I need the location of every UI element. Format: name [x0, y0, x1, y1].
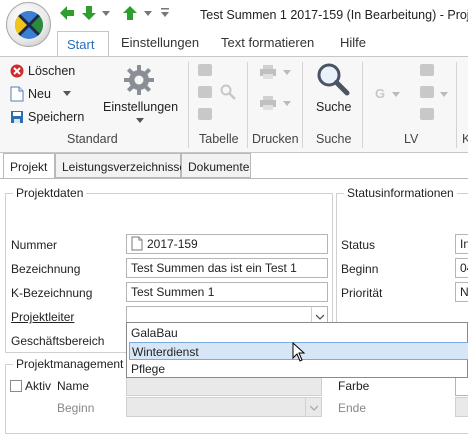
group-lv-label: LV: [404, 132, 419, 146]
ribbon-separator: [302, 62, 303, 148]
pm-beginn-dropdown-button[interactable]: [305, 398, 321, 416]
neu-label: Neu: [28, 87, 51, 101]
chevron-down-icon[interactable]: [144, 11, 152, 17]
nummer-field[interactable]: 2017-159: [126, 234, 328, 254]
search-icon[interactable]: [220, 84, 236, 100]
svg-text:G: G: [375, 86, 385, 100]
statusinformationen-title: Statusinformationen: [344, 186, 457, 200]
group-standard-label: Standard: [67, 132, 118, 146]
back-arrow-icon[interactable]: [58, 4, 76, 22]
speichern-label: Speichern: [28, 110, 85, 124]
magnifier-icon: [317, 63, 350, 96]
app-menu-button[interactable]: [6, 2, 51, 47]
table-insert-icon[interactable]: [198, 86, 212, 98]
kbezeichnung-label: K-Bezeichnung: [11, 286, 93, 300]
nummer-label: Nummer: [11, 238, 58, 252]
tab-leistungsverzeichnisse[interactable]: Leistungsverzeichnisse: [55, 153, 186, 178]
dropdown-option-galabau[interactable]: GalaBau: [129, 324, 468, 342]
farbe-label: Farbe: [338, 379, 370, 393]
prioritaet-label: Priorität: [341, 286, 383, 300]
loeschen-label: Löschen: [28, 64, 76, 78]
tab-projekt[interactable]: Projekt: [3, 153, 55, 179]
tab-dokumente[interactable]: Dokumente: [181, 153, 251, 178]
bezeichnung-field[interactable]: Test Summen das ist ein Test 1: [126, 258, 328, 278]
lv-delete-icon[interactable]: [420, 108, 434, 120]
beginn-field[interactable]: 04: [455, 258, 468, 278]
ribbon-separator: [456, 62, 457, 148]
chevron-down-icon[interactable]: [102, 11, 110, 17]
dropdown-option-pflege[interactable]: Pflege: [129, 360, 468, 378]
ende-label: Ende: [338, 401, 367, 415]
beginn-label: Beginn: [341, 262, 379, 276]
table-delete-icon[interactable]: [198, 108, 212, 120]
einstellungen-button[interactable]: Einstellungen: [103, 62, 179, 128]
aktiv-checkbox-box: [10, 380, 22, 392]
g-icon[interactable]: G: [374, 86, 388, 100]
chevron-down-icon: [136, 118, 144, 123]
pm-beginn-label: Beginn: [57, 401, 95, 415]
delete-icon: [10, 64, 24, 78]
tab-text-formatieren[interactable]: Text formatieren: [221, 35, 314, 50]
chevron-down-icon: [316, 314, 324, 320]
pm-beginn-field[interactable]: [126, 397, 322, 417]
group-drucken-label: Drucken: [252, 132, 299, 146]
print-preview-icon[interactable]: [259, 95, 277, 111]
chevron-down-icon: [62, 91, 71, 96]
aktiv-label: Aktiv: [25, 379, 52, 393]
prioritaet-field[interactable]: No: [455, 282, 468, 302]
suche-button[interactable]: Suche: [312, 62, 354, 120]
status-field[interactable]: In: [455, 234, 468, 254]
loeschen-button[interactable]: Löschen: [10, 62, 75, 80]
ende-field[interactable]: [455, 397, 468, 417]
projektmanagement-title: Projektmanagement: [13, 357, 127, 371]
customize-toolbar-icon[interactable]: [160, 7, 170, 19]
ribbon-separator: [247, 62, 248, 148]
kbezeichnung-field[interactable]: Test Summen 1: [126, 282, 328, 302]
document-icon: [131, 236, 143, 251]
table-row-icon[interactable]: [198, 64, 212, 76]
projektdaten-title: Projektdaten: [13, 186, 87, 200]
status-label: Status: [341, 238, 376, 252]
projektleiter-label: Projektleiter: [11, 310, 75, 324]
pm-name-field[interactable]: [126, 376, 322, 396]
ribbon-separator: [362, 62, 363, 148]
pm-name-label: Name: [57, 379, 90, 393]
chevron-down-icon: [283, 101, 291, 106]
chevron-down-icon: [392, 92, 400, 97]
aktiv-checkbox[interactable]: Aktiv: [10, 379, 51, 393]
chevron-down-icon: [310, 405, 318, 411]
group-k-label: K: [462, 132, 468, 146]
app-logo-icon: [15, 11, 43, 39]
lv-copy-icon[interactable]: [420, 86, 434, 98]
ribbon-separator: [188, 62, 189, 148]
down-arrow-icon[interactable]: [80, 4, 98, 22]
geschaeftsbereich-label: Geschäftsbereich: [11, 334, 105, 348]
chevron-down-icon: [440, 92, 448, 97]
printer-icon[interactable]: [259, 64, 277, 80]
neu-button[interactable]: Neu: [10, 85, 71, 103]
tab-einstellungen[interactable]: Einstellungen: [121, 35, 199, 50]
farbe-field[interactable]: [455, 376, 468, 396]
bezeichnung-label: Bezeichnung: [11, 262, 81, 276]
save-icon: [11, 111, 23, 123]
tab-hilfe[interactable]: Hilfe: [340, 35, 366, 50]
speichern-button[interactable]: Speichern: [10, 108, 84, 126]
title-bar: Test Summen 1 2017-159 (In Bearbeitung) …: [0, 0, 468, 30]
tab-start-label: Start: [67, 37, 95, 52]
group-tabelle-label: Tabelle: [199, 132, 239, 146]
chevron-down-icon: [283, 70, 291, 75]
new-document-icon: [10, 86, 24, 102]
nummer-value: 2017-159: [147, 237, 198, 251]
mouse-cursor-icon: [292, 342, 306, 362]
group-suche-label: Suche: [316, 132, 352, 146]
lv-icon[interactable]: [420, 64, 434, 76]
einstellungen-label: Einstellungen: [103, 100, 179, 114]
suche-label: Suche: [316, 100, 352, 114]
up-arrow-icon[interactable]: [121, 4, 139, 22]
window-title: Test Summen 1 2017-159 (In Bearbeitung) …: [200, 8, 468, 22]
gear-icon: [124, 65, 154, 95]
